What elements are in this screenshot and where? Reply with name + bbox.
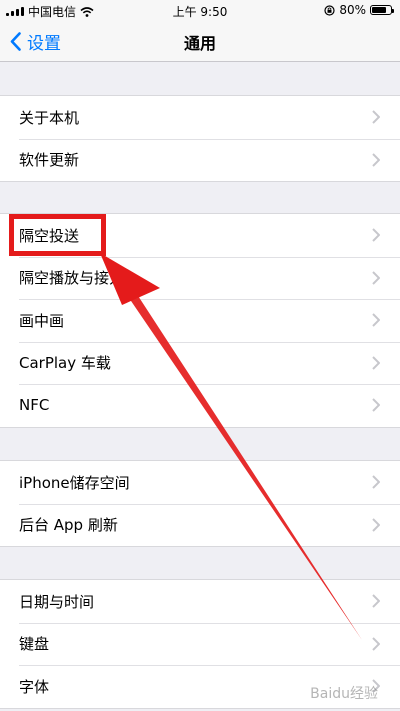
annotation-arrow <box>100 253 362 640</box>
watermark: Baidu经验 <box>310 686 378 702</box>
